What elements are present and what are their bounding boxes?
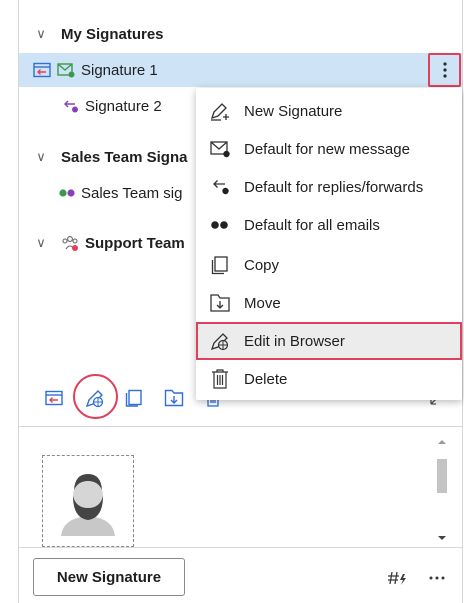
- menu-item-copy[interactable]: Copy: [196, 246, 462, 284]
- signature-manager-window: ∨ My Signatures Signature 1 Signature 2 …: [0, 0, 464, 603]
- tree-group-my-signatures[interactable]: ∨ My Signatures: [19, 17, 462, 51]
- menu-item-label: Default for replies/forwards: [244, 178, 424, 196]
- preview-scrollbar[interactable]: [433, 437, 451, 547]
- copy-icon: [125, 389, 142, 407]
- kebab-icon: [442, 62, 447, 78]
- signature-label: Signature 1: [81, 61, 158, 79]
- envelope-icon: [208, 137, 232, 161]
- edit-in-browser-highlight: [73, 374, 118, 419]
- copy-button[interactable]: [122, 386, 146, 410]
- chevron-down-icon[interactable]: ∨: [33, 235, 49, 251]
- menu-item-default-all-emails[interactable]: Default for all emails: [196, 206, 462, 244]
- tree-item-signature-1[interactable]: Signature 1: [19, 53, 462, 87]
- copy-icon: [208, 253, 232, 277]
- signature-label: Signature 2: [85, 97, 162, 115]
- menu-item-label: Default for all emails: [244, 216, 380, 234]
- set-default-button[interactable]: [42, 386, 66, 410]
- reply-icon: [208, 175, 232, 199]
- chevron-down-icon[interactable]: ∨: [33, 26, 49, 42]
- scroll-down-icon[interactable]: [433, 533, 451, 543]
- move-button[interactable]: [162, 386, 186, 410]
- menu-item-new-signature[interactable]: New Signature: [196, 92, 462, 130]
- new-signature-icon: [208, 99, 232, 123]
- default-new-message-icon: [57, 62, 75, 78]
- chevron-down-icon[interactable]: ∨: [33, 149, 49, 165]
- move-icon: [164, 389, 184, 407]
- scrollbar-thumb[interactable]: [437, 459, 447, 493]
- move-icon: [208, 291, 232, 315]
- menu-item-label: Edit in Browser: [244, 332, 345, 350]
- signature-preview: [19, 427, 462, 547]
- avatar-person-icon: [61, 474, 115, 536]
- scroll-up-icon[interactable]: [433, 437, 451, 447]
- context-menu: New Signature Default for new message De…: [196, 88, 462, 400]
- new-signature-button[interactable]: New Signature: [33, 558, 185, 596]
- menu-item-default-new-message[interactable]: Default for new message: [196, 130, 462, 168]
- trash-icon: [208, 367, 232, 391]
- menu-item-label: Delete: [244, 370, 288, 388]
- menu-item-label: New Signature: [244, 102, 343, 120]
- group-label: My Signatures: [61, 25, 164, 43]
- all-emails-dots-icon: [59, 188, 75, 198]
- menu-item-label: Copy: [244, 256, 280, 274]
- group-label: Sales Team Signa: [61, 148, 188, 166]
- menu-item-move[interactable]: Move: [196, 284, 462, 322]
- dots-icon: [208, 213, 232, 237]
- menu-item-edit-in-browser[interactable]: Edit in Browser: [196, 322, 462, 360]
- menu-item-default-replies[interactable]: Default for replies/forwards: [196, 168, 462, 206]
- default-replies-icon: [33, 62, 51, 78]
- group-label: Support Team: [85, 234, 185, 252]
- more-options-button[interactable]: [428, 53, 461, 87]
- default-replies-icon: [45, 390, 63, 406]
- reply-arrow-icon: [61, 98, 79, 114]
- hashtag-lightning-icon[interactable]: [386, 568, 408, 588]
- signature-label: Sales Team sig: [81, 184, 183, 202]
- right-border: [462, 0, 463, 603]
- team-group-icon: [61, 234, 79, 252]
- menu-item-label: Default for new message: [244, 140, 410, 158]
- more-horizontal-icon[interactable]: [426, 568, 448, 588]
- edit-in-browser-icon: [208, 329, 232, 353]
- divider: [19, 547, 462, 548]
- menu-item-label: Move: [244, 294, 281, 312]
- menu-item-delete[interactable]: Delete: [196, 360, 462, 398]
- avatar-placeholder[interactable]: [42, 455, 134, 547]
